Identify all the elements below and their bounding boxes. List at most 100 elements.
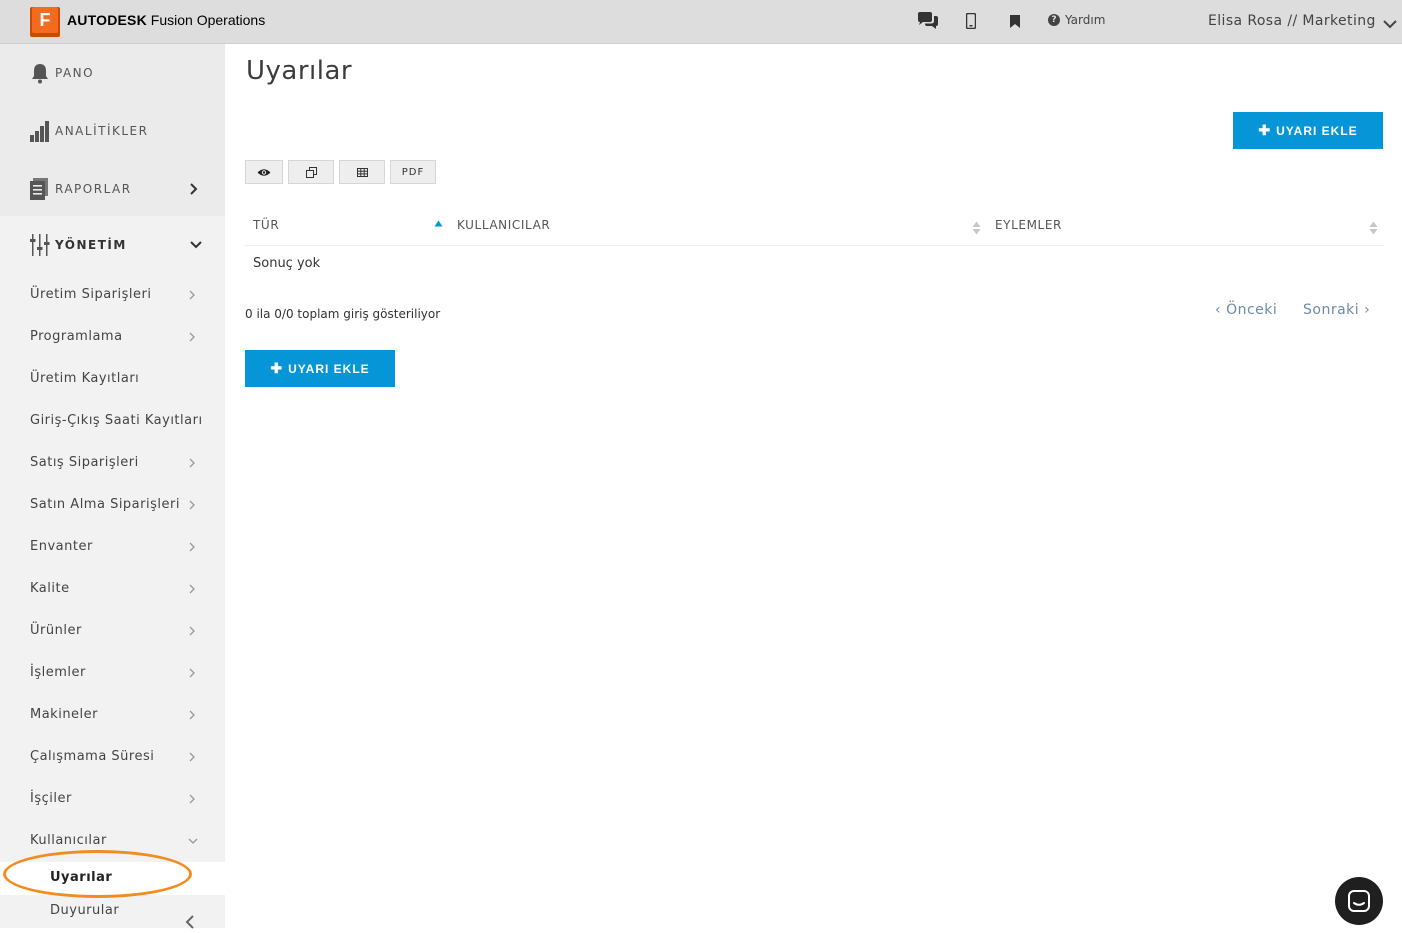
sidebar-item-kullanicilar[interactable]: Kullanıcılar [0,820,225,862]
sidebar-item-label: Uyarılar [50,870,113,885]
column-header-kullanicilar[interactable]: KULLANICILAR [457,218,550,232]
chevron-right-icon [189,626,195,636]
sidebar-item-makineler[interactable]: Makineler [0,694,225,736]
sidebar-item-label: ANALİTİKLER [55,124,149,138]
column-header-eylemler[interactable]: EYLEMLER [995,218,1062,232]
sidebar-item-label: Üretim Siparişleri [30,287,152,302]
sidebar-item-label: Ürünler [30,623,82,638]
user-menu[interactable]: Elisa Rosa // Marketing [1208,13,1376,29]
sort-asc-icon[interactable] [434,220,443,227]
sort-both-icon[interactable] [1369,221,1378,235]
table-icon [356,167,368,177]
add-alert-button-bottom[interactable]: ✚ UYARI EKLE [245,350,395,387]
sidebar-item-label: Satın Alma Siparişleri [30,497,180,512]
sidebar-item-label: Duyurular [50,903,120,918]
brand-product: Fusion Operations [150,12,266,28]
page-title: Uyarılar [246,56,353,86]
top-bar: F AUTODESK Fusion Operations ? Yardım El… [0,0,1402,44]
chevron-right-icon [189,584,195,594]
sidebar-item-calismama-suresi[interactable]: Çalışmama Süresi [0,736,225,778]
help-link[interactable]: ? Yardım [1048,13,1105,27]
sidebar-item-label: Satış Siparişleri [30,455,139,470]
add-alert-label: UYARI EKLE [288,361,370,376]
chevron-right-icon [189,500,195,510]
chevron-right-icon [190,183,198,195]
chevron-right-icon [189,542,195,552]
autodesk-logo[interactable]: F [30,7,60,37]
mobile-icon[interactable] [965,10,977,32]
empty-table-message: Sonuç yok [253,256,321,271]
sidebar-item-analitikler[interactable]: ANALİTİKLER [0,102,225,160]
sidebar-item-isciler[interactable]: İşçiler [0,778,225,820]
chat-launcher-icon[interactable] [1335,877,1383,925]
sidebar-item-label: PANO [55,66,95,80]
chevron-down-icon [190,241,202,249]
sidebar-item-raporlar[interactable]: RAPORLAR [0,160,225,218]
add-alert-button-top[interactable]: ✚ UYARI EKLE [1233,112,1383,149]
sidebar-item-programlama[interactable]: Programlama [0,316,225,358]
sidebar-item-label: Çalışmama Süresi [30,749,155,764]
sidebar-item-uretim-siparisleri[interactable]: Üretim Siparişleri [0,274,225,316]
sidebar-item-kalite[interactable]: Kalite [0,568,225,610]
chevron-right-icon [189,668,195,678]
sliders-icon [30,234,50,256]
sidebar-item-label: Kalite [30,581,70,596]
chevron-right-icon [189,752,195,762]
sidebar-item-label: Programlama [30,329,123,344]
sidebar-item-label: Makineler [30,707,99,722]
bookmark-icon[interactable] [1009,10,1021,32]
sidebar-item-label: Giriş-Çıkış Saati Kayıtları [30,413,203,428]
plus-icon: ✚ [1258,122,1272,138]
chevron-down-icon[interactable] [1383,14,1397,33]
sidebar-item-label: İşlemler [30,665,86,680]
sort-both-icon[interactable] [972,221,981,235]
chevron-right-icon [189,332,195,342]
sidebar-item-satis-siparisleri[interactable]: Satış Siparişleri [0,442,225,484]
chat-icon[interactable] [916,10,940,32]
toggle-columns-button[interactable] [245,160,283,184]
pager-prev-label: Önceki [1226,302,1278,318]
brand-name: AUTODESK Fusion Operations [67,12,265,28]
export-excel-button[interactable] [339,160,385,184]
bar-chart-icon [30,121,49,142]
chevron-right-icon [189,458,195,468]
sidebar-item-label: Üretim Kayıtları [30,371,140,386]
sidebar-item-islemler[interactable]: İşlemler [0,652,225,694]
column-header-tur[interactable]: TÜR [253,218,279,232]
export-pdf-button[interactable]: PDF [390,160,436,184]
sidebar-main-section: PANO ANALİTİKLER RAPORLAR [0,44,225,216]
sidebar-item-pano[interactable]: PANO [0,44,225,102]
eye-icon [257,168,271,176]
chevron-right-icon [189,794,195,804]
plus-icon: ✚ [270,360,284,376]
chevron-left-icon: ‹ [1215,302,1222,318]
table-info: 0 ila 0/0 toplam giriş gösteriliyor [245,307,441,321]
sidebar-item-label: RAPORLAR [55,182,132,196]
help-label: Yardım [1065,13,1106,27]
bell-icon [32,64,48,84]
logo-letter: F [32,7,58,33]
report-icon [30,178,48,200]
sidebar-item-yonetim[interactable]: YÖNETİM [0,216,225,274]
pager-prev[interactable]: ‹ Önceki [1215,302,1277,318]
add-alert-label: UYARI EKLE [1276,123,1358,138]
sidebar-item-uyarilar[interactable]: Uyarılar [0,862,225,895]
copy-button[interactable] [288,160,334,184]
sidebar-item-uretim-kayitlari[interactable]: Üretim Kayıtları [0,358,225,400]
sidebar: PANO ANALİTİKLER RAPORLAR YÖNETİM Üretim… [0,44,225,929]
chevron-right-icon [189,710,195,720]
sidebar-item-envanter[interactable]: Envanter [0,526,225,568]
pager-next[interactable]: Sonraki › [1303,302,1370,318]
sidebar-item-label: YÖNETİM [55,238,127,252]
copy-icon [305,166,317,178]
sidebar-item-giris-cikis[interactable]: Giriş-Çıkış Saati Kayıtları [0,400,225,442]
sidebar-item-label: Kullanıcılar [30,833,107,848]
sidebar-item-label: Envanter [30,539,93,554]
brand-bold: AUTODESK [67,12,147,28]
pager-next-label: Sonraki [1303,302,1360,318]
sidebar-item-satin-alma[interactable]: Satın Alma Siparişleri [0,484,225,526]
collapse-sidebar-icon[interactable] [184,914,196,933]
sidebar-item-label: İşçiler [30,791,72,806]
sidebar-item-urunler[interactable]: Ürünler [0,610,225,652]
chevron-down-icon [188,838,198,844]
